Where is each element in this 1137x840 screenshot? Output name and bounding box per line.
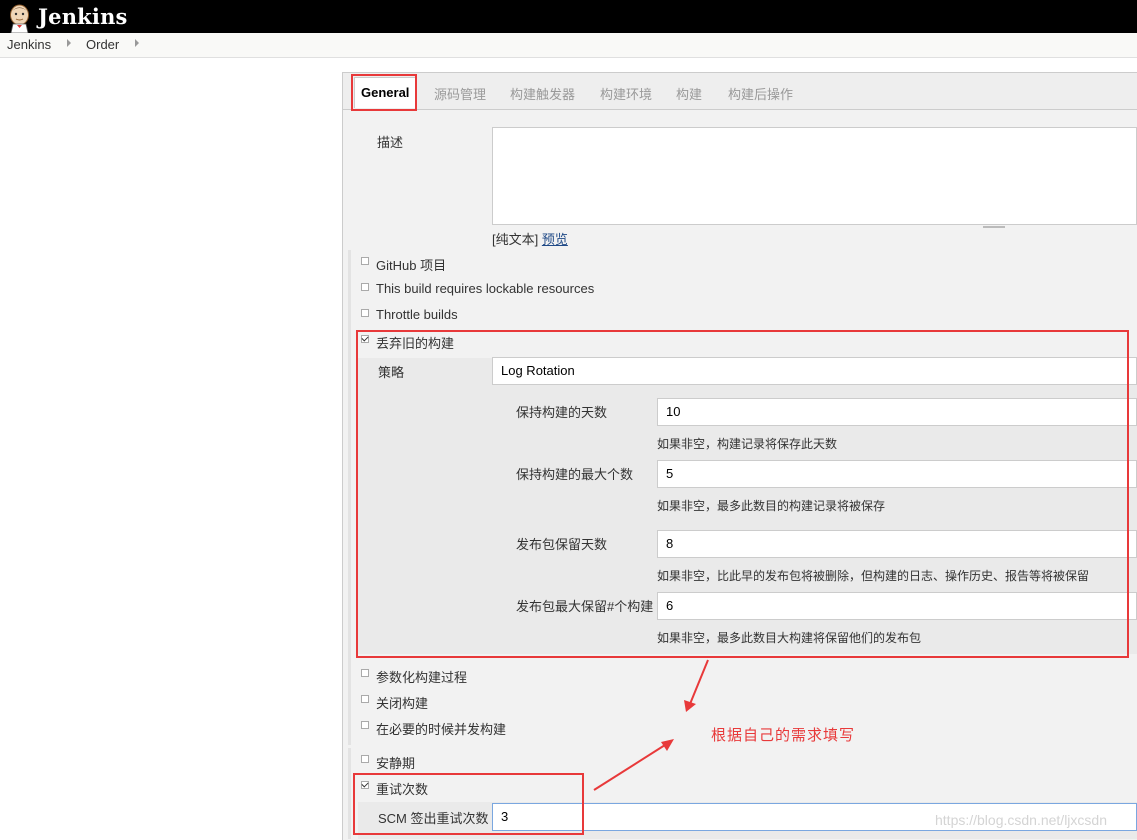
- arrow-up: [689, 659, 709, 705]
- annotation-arrows: [593, 659, 709, 791]
- watermark: https://blog.csdn.net/ljxcsdn: [935, 812, 1107, 828]
- arrow-down: [593, 744, 666, 791]
- annotation-text: 根据自己的需求填写: [711, 727, 856, 744]
- arrow-head: [661, 739, 674, 751]
